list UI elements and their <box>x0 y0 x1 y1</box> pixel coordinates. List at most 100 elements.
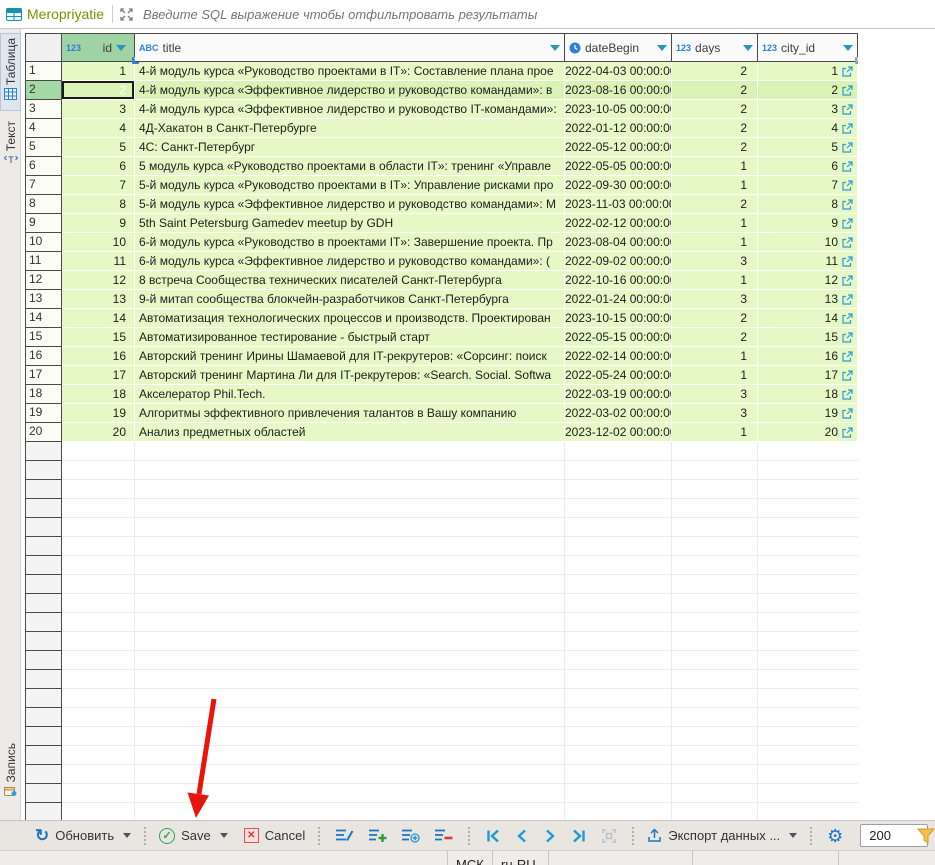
row-number[interactable]: 10 <box>25 233 62 252</box>
fetch-next-segment-button[interactable] <box>917 827 935 848</box>
cell-dateBegin[interactable]: 2022-03-02 00:00:00 <box>565 404 672 423</box>
cell-city-id[interactable]: 3 <box>758 100 858 119</box>
cell-id[interactable]: 8 <box>62 195 135 214</box>
empty-row-header[interactable] <box>25 708 62 727</box>
next-row-button[interactable] <box>539 826 561 846</box>
cell-city-id[interactable]: 12 <box>758 271 858 290</box>
empty-row-header[interactable] <box>25 765 62 784</box>
expand-panel-button[interactable] <box>113 0 139 28</box>
cell-id[interactable]: 2 <box>62 81 135 100</box>
cell-title[interactable]: 6-й модуль курса «Эффективное лидерство … <box>135 252 565 271</box>
row-number[interactable]: 4 <box>25 119 62 138</box>
row-number[interactable]: 14 <box>25 309 62 328</box>
foreign-key-link-icon[interactable] <box>842 85 853 96</box>
sidebar-tab-grid[interactable]: Таблица <box>0 33 21 111</box>
cell-id[interactable]: 12 <box>62 271 135 290</box>
cell-city-id[interactable]: 1 <box>758 62 858 81</box>
chevron-down-icon[interactable] <box>220 833 228 838</box>
foreign-key-link-icon[interactable] <box>842 427 853 438</box>
cell-days[interactable]: 1 <box>672 423 758 442</box>
cell-dateBegin[interactable]: 2023-10-05 00:00:00 <box>565 100 672 119</box>
results-tab[interactable]: Meropriyatie <box>0 0 112 28</box>
cell-id[interactable]: 1 <box>62 62 135 81</box>
cell-title[interactable]: Авторский тренинг Ирины Шамаевой для IT-… <box>135 347 565 366</box>
foreign-key-link-icon[interactable] <box>842 237 853 248</box>
cell-days[interactable]: 1 <box>672 176 758 195</box>
cell-title[interactable]: 8 встреча Сообщества технических писател… <box>135 271 565 290</box>
cell-city-id[interactable]: 11 <box>758 252 858 271</box>
foreign-key-link-icon[interactable] <box>842 161 853 172</box>
add-row-button[interactable] <box>364 825 391 846</box>
cell-title[interactable]: Авторский тренинг Мартина Ли для IT-рекр… <box>135 366 565 385</box>
cell-id[interactable]: 19 <box>62 404 135 423</box>
cell-title[interactable]: 5-й модуль курса «Руководство проектами … <box>135 176 565 195</box>
foreign-key-link-icon[interactable] <box>842 104 853 115</box>
row-number[interactable]: 1 <box>25 62 62 81</box>
empty-row-header[interactable] <box>25 651 62 670</box>
cell-dateBegin[interactable]: 2023-08-04 00:00:00 <box>565 233 672 252</box>
cell-id[interactable]: 6 <box>62 157 135 176</box>
cell-dateBegin[interactable]: 2023-12-02 00:00:00 <box>565 423 672 442</box>
row-number[interactable]: 6 <box>25 157 62 176</box>
column-filter-caret-icon[interactable] <box>116 45 126 51</box>
foreign-key-link-icon[interactable] <box>842 180 853 191</box>
empty-row-header[interactable] <box>25 727 62 746</box>
cell-days[interactable]: 2 <box>672 100 758 119</box>
cell-id[interactable]: 9 <box>62 214 135 233</box>
cell-id[interactable]: 18 <box>62 385 135 404</box>
cell-title[interactable]: Акселератор Phil.Tech. <box>135 385 565 404</box>
cell-city-id[interactable]: 16 <box>758 347 858 366</box>
grid-corner-cell[interactable] <box>25 33 62 62</box>
cell-city-id[interactable]: 4 <box>758 119 858 138</box>
cell-id[interactable]: 10 <box>62 233 135 252</box>
cell-city-id[interactable]: 9 <box>758 214 858 233</box>
empty-row-header[interactable] <box>25 518 62 537</box>
cell-title[interactable]: 4-й модуль курса «Руководство проектами … <box>135 62 565 81</box>
empty-row-header[interactable] <box>25 803 62 820</box>
cell-dateBegin[interactable]: 2022-01-24 00:00:00 <box>565 290 672 309</box>
column-header-id[interactable]: 123 9 id <box>62 33 135 62</box>
last-row-button[interactable] <box>567 826 591 846</box>
cell-dateBegin[interactable]: 2022-02-14 00:00:00 <box>565 347 672 366</box>
cell-days[interactable]: 1 <box>672 366 758 385</box>
empty-row-header[interactable] <box>25 746 62 765</box>
cell-days[interactable]: 3 <box>672 290 758 309</box>
cell-city-id[interactable]: 15 <box>758 328 858 347</box>
cell-id[interactable]: 15 <box>62 328 135 347</box>
sql-filter-input[interactable] <box>139 7 935 22</box>
empty-row-header[interactable] <box>25 480 62 499</box>
column-header-title[interactable]: ABC title <box>135 33 565 62</box>
cell-id[interactable]: 5 <box>62 138 135 157</box>
foreign-key-link-icon[interactable] <box>842 66 853 77</box>
row-number[interactable]: 5 <box>25 138 62 157</box>
row-number[interactable]: 17 <box>25 366 62 385</box>
row-number[interactable]: 7 <box>25 176 62 195</box>
sidebar-tab-text[interactable]: Текст T <box>0 117 21 179</box>
refresh-button[interactable]: ↻ Обновить <box>30 825 136 847</box>
cell-days[interactable]: 2 <box>672 138 758 157</box>
cell-city-id[interactable]: 5 <box>758 138 858 157</box>
cell-dateBegin[interactable]: 2022-10-16 00:00:00 <box>565 271 672 290</box>
row-number[interactable]: 3 <box>25 100 62 119</box>
cell-id[interactable]: 14 <box>62 309 135 328</box>
cell-dateBegin[interactable]: 2023-08-16 00:00:00 <box>565 81 672 100</box>
previous-row-button[interactable] <box>511 826 533 846</box>
cell-id[interactable]: 7 <box>62 176 135 195</box>
cell-city-id[interactable]: 17 <box>758 366 858 385</box>
cell-title[interactable]: 5th Saint Petersburg Gamedev meetup by G… <box>135 214 565 233</box>
foreign-key-link-icon[interactable] <box>842 408 853 419</box>
cell-dateBegin[interactable]: 2023-11-03 00:00:00 <box>565 195 672 214</box>
cell-title[interactable]: 4C: Санкт-Петербург <box>135 138 565 157</box>
row-number[interactable]: 12 <box>25 271 62 290</box>
cell-title[interactable]: Анализ предметных областей <box>135 423 565 442</box>
empty-grid-area[interactable] <box>62 442 858 820</box>
cell-dateBegin[interactable]: 2022-03-19 00:00:00 <box>565 385 672 404</box>
cell-title[interactable]: 4Д-Хакатон в Санкт-Петербурге <box>135 119 565 138</box>
empty-row-header[interactable] <box>25 537 62 556</box>
column-filter-caret-icon[interactable] <box>657 45 667 51</box>
empty-row-header[interactable] <box>25 461 62 480</box>
cell-id[interactable]: 13 <box>62 290 135 309</box>
foreign-key-link-icon[interactable] <box>842 218 853 229</box>
cell-title[interactable]: Автоматизированное тестирование - быстры… <box>135 328 565 347</box>
cell-days[interactable]: 3 <box>672 385 758 404</box>
